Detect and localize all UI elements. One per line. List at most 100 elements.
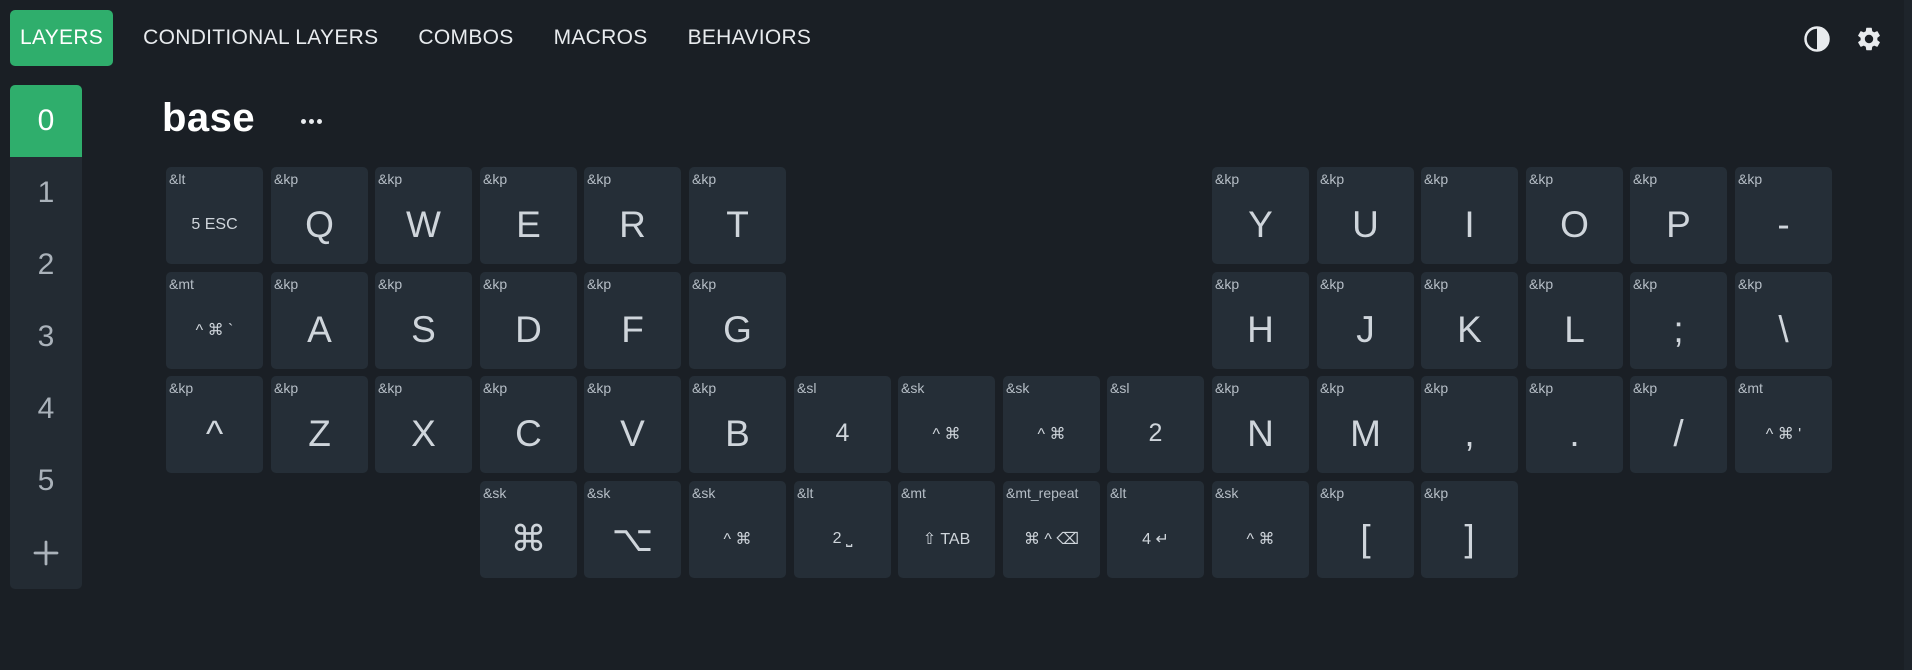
key[interactable]: &kp T (689, 167, 786, 264)
key[interactable]: &kp ^ (166, 376, 263, 473)
layer-item-4[interactable]: 4 (10, 373, 82, 445)
key-legend: E (516, 203, 541, 245)
top-icons (1802, 24, 1884, 54)
key-legend: ⌥ (611, 517, 654, 559)
scrollbar[interactable] (1904, 0, 1912, 670)
key[interactable]: &lt 2 ⎵ (794, 481, 891, 578)
key[interactable]: &kp N (1212, 376, 1309, 473)
key[interactable]: &sl 4 (794, 376, 891, 473)
key-legend: W (406, 203, 441, 245)
key[interactable]: &mt_repeat ⌘ ^ ⌫ (1003, 481, 1100, 578)
key[interactable]: &kp V (584, 376, 681, 473)
key[interactable]: &kp; (1630, 272, 1727, 369)
contrast-icon[interactable] (1802, 24, 1832, 54)
key[interactable]: &kp / (1630, 376, 1727, 473)
key[interactable]: &kp - (1735, 167, 1832, 264)
key-legend: ^ ⌘ ' (1765, 425, 1802, 443)
key[interactable]: &kp, (1421, 376, 1518, 473)
key[interactable]: &kp] (1421, 481, 1518, 578)
key-legend: ⌘ (510, 517, 547, 559)
key[interactable]: &kp[ (1317, 481, 1414, 578)
key-legend: , (1464, 412, 1475, 454)
key-legend: T (726, 203, 749, 245)
key[interactable]: &kp B (689, 376, 786, 473)
key-legend: 4 (835, 419, 850, 447)
key[interactable]: &sk ⌥ (584, 481, 681, 578)
key[interactable]: &kp R (584, 167, 681, 264)
key-legend: 2 (1148, 419, 1163, 447)
key-legend: O (1560, 203, 1589, 245)
key[interactable]: &kp \ (1735, 272, 1832, 369)
key-legend: - (1777, 203, 1790, 245)
key-legend: P (1666, 203, 1691, 245)
key-legend: 2 ⎵ (832, 529, 853, 547)
layer-item-0[interactable]: 0 (10, 85, 82, 157)
key-legend: \ (1778, 308, 1789, 350)
key[interactable]: &mt ^ ⌘ ` (166, 272, 263, 369)
key[interactable]: &kp H (1212, 272, 1309, 369)
tab-conditional-layers[interactable]: CONDITIONAL LAYERS (133, 10, 388, 66)
plus-icon (33, 540, 59, 566)
key[interactable]: &kp W (375, 167, 472, 264)
key[interactable]: &mt ^ ⌘ ' (1735, 376, 1832, 473)
key[interactable]: &sk ⌘ (480, 481, 577, 578)
key-legend: Q (305, 203, 334, 245)
key[interactable]: &kp. (1526, 376, 1623, 473)
key-legend: L (1564, 308, 1585, 350)
ellipsis-icon[interactable] (296, 110, 326, 132)
key[interactable]: &kp G (689, 272, 786, 369)
key-legend: J (1356, 308, 1375, 350)
tab-macros[interactable]: MACROS (544, 10, 658, 66)
key-legend: I (1464, 203, 1475, 245)
key[interactable]: &kp J (1317, 272, 1414, 369)
key[interactable]: &kp K (1421, 272, 1518, 369)
key[interactable]: &mt ⇧ TAB (898, 481, 995, 578)
key[interactable]: &kp S (375, 272, 472, 369)
key[interactable]: &sk ^ ⌘ (1003, 376, 1100, 473)
key[interactable]: &kp C (480, 376, 577, 473)
layer-item-3[interactable]: 3 (10, 301, 82, 373)
key-legend: D (515, 308, 542, 350)
key-legend: G (723, 308, 752, 350)
key[interactable]: &kp D (480, 272, 577, 369)
key[interactable]: &kp P (1630, 167, 1727, 264)
key-legend: A (307, 308, 332, 350)
key[interactable]: &sk ^ ⌘ (1212, 481, 1309, 578)
key[interactable]: &kp A (271, 272, 368, 369)
key-legend: ] (1464, 517, 1475, 559)
key[interactable]: &sk ^ ⌘ (898, 376, 995, 473)
key[interactable]: &kp Q (271, 167, 368, 264)
key[interactable]: &sk ^ ⌘ (689, 481, 786, 578)
key[interactable]: &lt 5 ESC (166, 167, 263, 264)
layer-title[interactable]: base (162, 96, 255, 141)
tab-combos[interactable]: COMBOS (408, 10, 523, 66)
key[interactable]: &kp L (1526, 272, 1623, 369)
key-legend: ⌘ ^ ⌫ (1023, 530, 1080, 548)
tab-behaviors[interactable]: BEHAVIORS (678, 10, 822, 66)
key-legend: ⇧ TAB (922, 530, 971, 548)
key[interactable]: &kp Y (1212, 167, 1309, 264)
key-legend: S (411, 308, 436, 350)
key-legend: Y (1248, 203, 1273, 245)
tab-layers[interactable]: LAYERS (10, 10, 114, 66)
layer-item-1[interactable]: 1 (10, 157, 82, 229)
key-legend: F (621, 308, 644, 350)
key[interactable]: &lt 4 ↵ (1107, 481, 1204, 578)
key[interactable]: &kp U (1317, 167, 1414, 264)
key[interactable]: &kp M (1317, 376, 1414, 473)
key-legend: R (619, 203, 646, 245)
gear-icon[interactable] (1854, 24, 1884, 54)
key[interactable]: &kp O (1526, 167, 1623, 264)
key-legend: N (1247, 412, 1274, 454)
key[interactable]: &kp X (375, 376, 472, 473)
key[interactable]: &kp E (480, 167, 577, 264)
key[interactable]: &kp F (584, 272, 681, 369)
layer-item-5[interactable]: 5 (10, 445, 82, 517)
key-legend: ^ ⌘ (723, 530, 752, 548)
key-legend: H (1247, 308, 1274, 350)
key[interactable]: &sl 2 (1107, 376, 1204, 473)
layer-item-2[interactable]: 2 (10, 229, 82, 301)
key[interactable]: &kp I (1421, 167, 1518, 264)
key[interactable]: &kp Z (271, 376, 368, 473)
add-layer-button[interactable] (10, 517, 82, 589)
